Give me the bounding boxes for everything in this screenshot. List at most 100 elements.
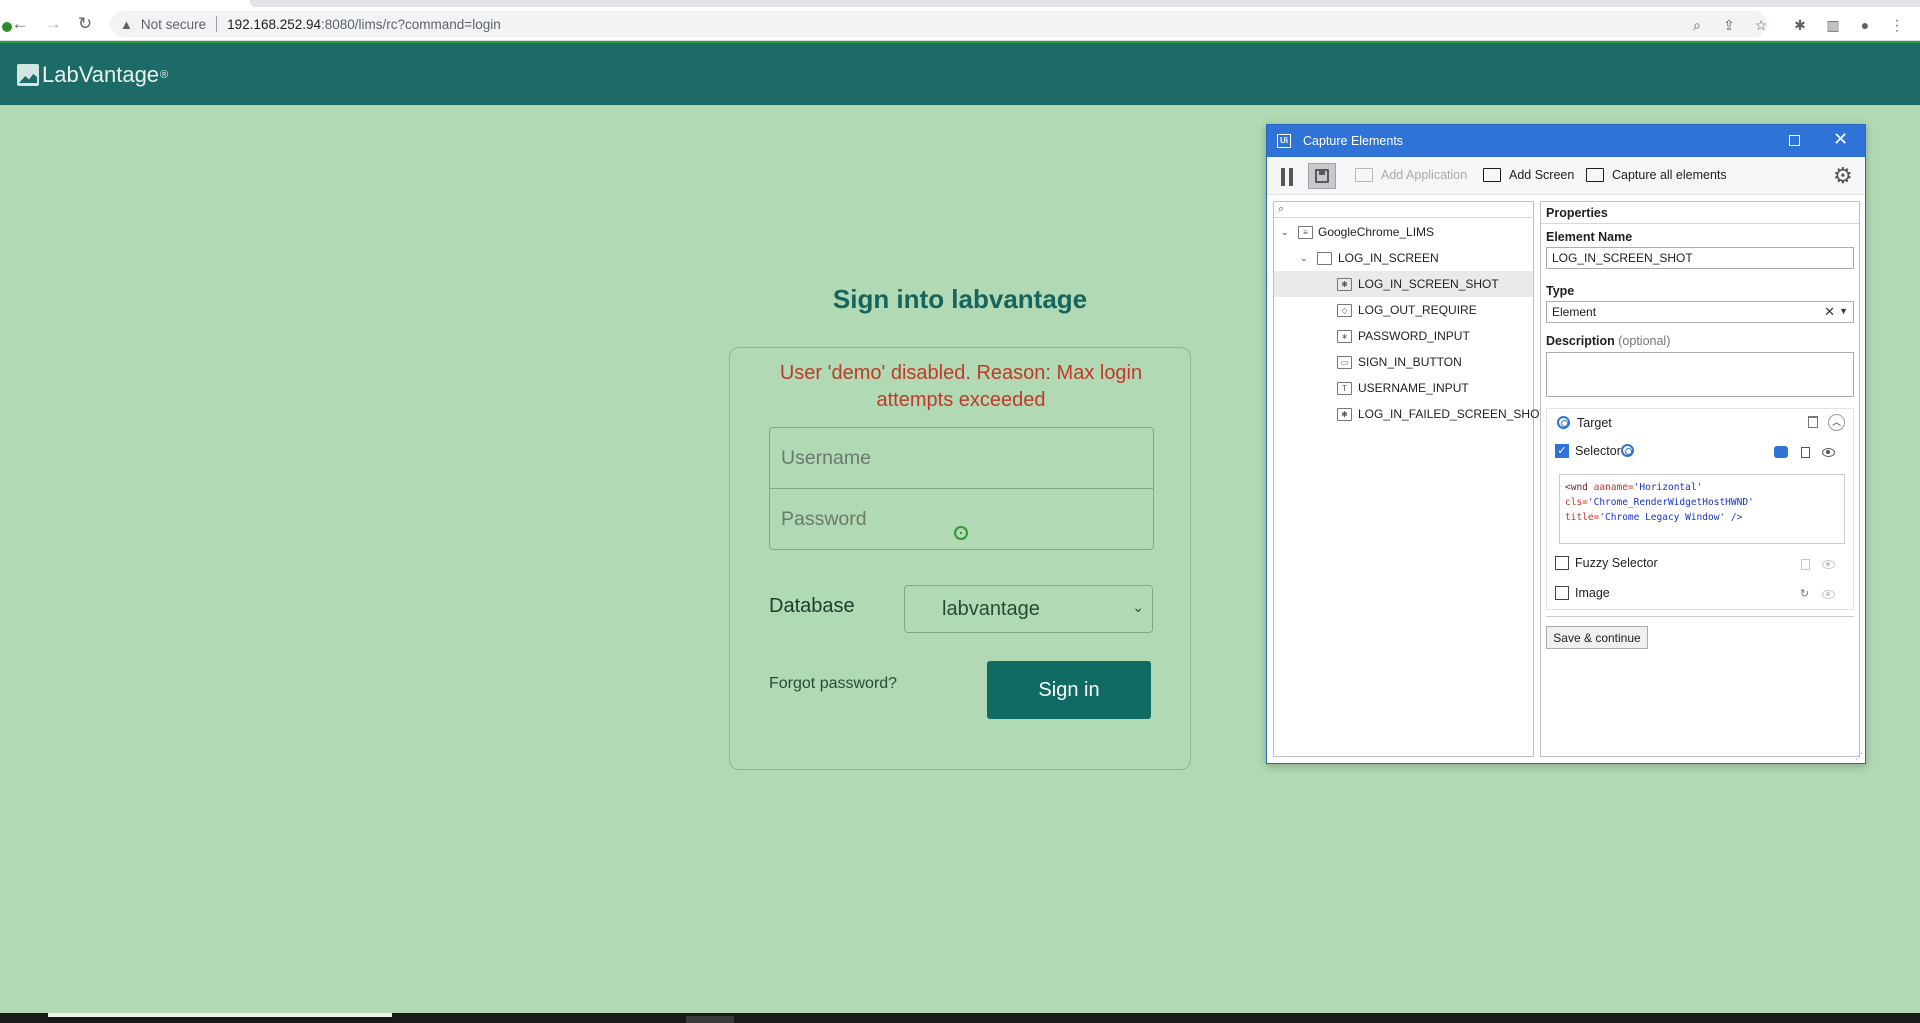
- copy-icon[interactable]: [1801, 559, 1810, 570]
- menu-icon[interactable]: ⋮: [1888, 16, 1906, 34]
- selector-label: Selector: [1575, 444, 1621, 458]
- properties-header: Properties: [1541, 202, 1859, 224]
- uipath-app-icon: Ui: [1277, 134, 1291, 148]
- address-separator: [216, 16, 218, 32]
- tree-item-label: PASSWORD_INPUT: [1358, 329, 1470, 343]
- maximize-icon[interactable]: [1789, 135, 1800, 146]
- tree-item-element[interactable]: ▭ SIGN_IN_BUTTON: [1274, 349, 1533, 375]
- selector-editor[interactable]: <wnd aaname='Horizontal' cls='Chrome_Ren…: [1559, 474, 1845, 544]
- tree-item-label: GoogleChrome_LIMS: [1318, 225, 1435, 239]
- target-icon: [1557, 416, 1570, 429]
- tree-item-element[interactable]: ✱ LOG_IN_FAILED_SCREEN_SHOT: [1274, 401, 1547, 427]
- extensions-icon[interactable]: ✱: [1791, 16, 1809, 34]
- tree-item-label: LOG_IN_FAILED_SCREEN_SHOT: [1358, 407, 1547, 421]
- screen-icon: [1317, 251, 1332, 265]
- username-input[interactable]: Username: [769, 427, 1154, 489]
- indicate-target-icon[interactable]: [1621, 444, 1634, 457]
- tree-item-screen[interactable]: ⌄ LOG_IN_SCREEN: [1274, 245, 1533, 271]
- tree-search-input[interactable]: ⌕: [1274, 202, 1533, 218]
- tree-item-label: SIGN_IN_BUTTON: [1358, 355, 1462, 369]
- tree-item-element[interactable]: T USERNAME_INPUT: [1274, 375, 1533, 401]
- page-title: Sign into labvantage: [832, 284, 1088, 314]
- zoom-icon[interactable]: ⌕: [1688, 16, 1706, 34]
- tree-item-label: LOG_IN_SCREEN: [1338, 251, 1439, 265]
- password-field-icon: ∗: [1337, 329, 1352, 343]
- eye-icon[interactable]: [1822, 448, 1835, 457]
- reload-icon[interactable]: ↻: [73, 12, 97, 36]
- clear-icon[interactable]: ✕: [1824, 304, 1835, 320]
- capture-all-label: Capture all elements: [1612, 168, 1727, 182]
- element-name-input[interactable]: LOG_IN_SCREEN_SHOT: [1546, 247, 1854, 269]
- forward-icon[interactable]: →: [41, 12, 65, 36]
- address-bar[interactable]: ▲ Not secure 192.168.252.94 :8080/lims/r…: [110, 11, 1767, 37]
- gear-icon[interactable]: ⚙: [1833, 165, 1853, 187]
- profile-icon[interactable]: ●: [1856, 16, 1874, 34]
- trash-icon[interactable]: [1808, 416, 1818, 428]
- password-placeholder: Password: [781, 507, 867, 530]
- login-form: User 'demo' disabled. Reason: Max login …: [729, 347, 1191, 770]
- capture-all-button[interactable]: Capture all elements: [1586, 168, 1727, 182]
- dialog-titlebar[interactable]: Ui Capture Elements ✕: [1267, 125, 1865, 157]
- text-field-icon: T: [1337, 381, 1352, 395]
- database-value: labvantage: [942, 597, 1040, 620]
- tree-item-application[interactable]: ⌄ ≡ GoogleChrome_LIMS: [1274, 219, 1533, 245]
- collapse-icon[interactable]: ︿: [1828, 414, 1845, 431]
- type-select[interactable]: Element ✕ ▼: [1546, 301, 1854, 323]
- close-icon[interactable]: ✕: [1833, 129, 1848, 150]
- eye-icon[interactable]: [1822, 590, 1835, 599]
- add-screen-button[interactable]: Add Screen: [1483, 168, 1574, 182]
- tree-item-element[interactable]: ◇ LOG_OUT_REQUIRE: [1274, 297, 1533, 323]
- chevron-down-icon[interactable]: ⌄: [1300, 253, 1308, 264]
- recording-indicator-icon: [0, 20, 14, 34]
- dialog-title: Capture Elements: [1303, 134, 1404, 148]
- image-checkbox[interactable]: [1555, 586, 1569, 600]
- image-label: Image: [1575, 586, 1610, 600]
- security-label: Not secure: [140, 16, 207, 32]
- selector-attr: title=: [1565, 512, 1600, 523]
- tree-item-label: LOG_OUT_REQUIRE: [1358, 303, 1477, 317]
- type-value: Element: [1552, 305, 1597, 319]
- chevron-down-icon: ⌄: [1132, 599, 1144, 615]
- selector-attr: cls=: [1565, 497, 1588, 508]
- pause-icon[interactable]: [1281, 168, 1293, 186]
- app-window-icon: ≡: [1298, 225, 1313, 239]
- search-icon: ⌕: [1278, 203, 1285, 215]
- add-application-button[interactable]: Add Application: [1355, 168, 1467, 182]
- app-header: LabVantage ®: [0, 41, 1920, 105]
- tree-item-element[interactable]: ✱ LOG_IN_SCREEN_SHOT: [1274, 271, 1533, 297]
- selector-value: 'Chrome Legacy Window': [1599, 512, 1726, 523]
- fuzzy-selector-checkbox[interactable]: [1555, 556, 1569, 570]
- share-icon[interactable]: ⇪: [1720, 16, 1738, 34]
- password-input[interactable]: Password: [769, 488, 1154, 550]
- forgot-password-link[interactable]: Forgot password?: [769, 675, 897, 693]
- repair-selector-icon[interactable]: [1774, 446, 1788, 458]
- taskbar-app[interactable]: [686, 1016, 734, 1023]
- tree-item-element[interactable]: ∗ PASSWORD_INPUT: [1274, 323, 1533, 349]
- save-continue-button[interactable]: Save & continue: [1546, 626, 1648, 649]
- selector-checkbox[interactable]: ✓: [1555, 444, 1569, 458]
- taskbar-search[interactable]: [48, 1013, 392, 1017]
- dialog-toolbar: Add Application Add Screen Capture all e…: [1267, 157, 1865, 195]
- target-section: Target ︿ ✓ Selector <wnd aaname='Horizon…: [1546, 408, 1854, 610]
- save-toggle-button[interactable]: [1308, 163, 1336, 189]
- divider: [1546, 616, 1854, 617]
- url-host: 192.168.252.94: [227, 16, 321, 32]
- eye-icon[interactable]: [1822, 560, 1835, 569]
- dropdown-arrow-icon[interactable]: ▼: [1839, 306, 1848, 316]
- add-application-label: Add Application: [1381, 168, 1468, 182]
- database-select[interactable]: labvantage ⌄: [904, 585, 1153, 633]
- star-icon[interactable]: ☆: [1752, 16, 1770, 34]
- description-input[interactable]: [1546, 352, 1854, 397]
- refresh-icon[interactable]: ↻: [1800, 587, 1809, 600]
- sidepanel-icon[interactable]: ▥: [1824, 16, 1842, 34]
- brand-logo[interactable]: LabVantage ®: [17, 62, 168, 88]
- brand-name: LabVantage: [42, 62, 160, 87]
- copy-icon[interactable]: [1801, 447, 1810, 458]
- resize-grip-icon[interactable]: ⋰: [1855, 752, 1863, 761]
- target-header: Target ︿: [1547, 409, 1853, 437]
- taskbar: [0, 1013, 1920, 1023]
- sign-in-button[interactable]: Sign in: [987, 661, 1151, 719]
- asterisk-element-icon: ✱: [1337, 277, 1352, 291]
- chevron-down-icon[interactable]: ⌄: [1281, 227, 1289, 238]
- tree-item-label: USERNAME_INPUT: [1358, 381, 1469, 395]
